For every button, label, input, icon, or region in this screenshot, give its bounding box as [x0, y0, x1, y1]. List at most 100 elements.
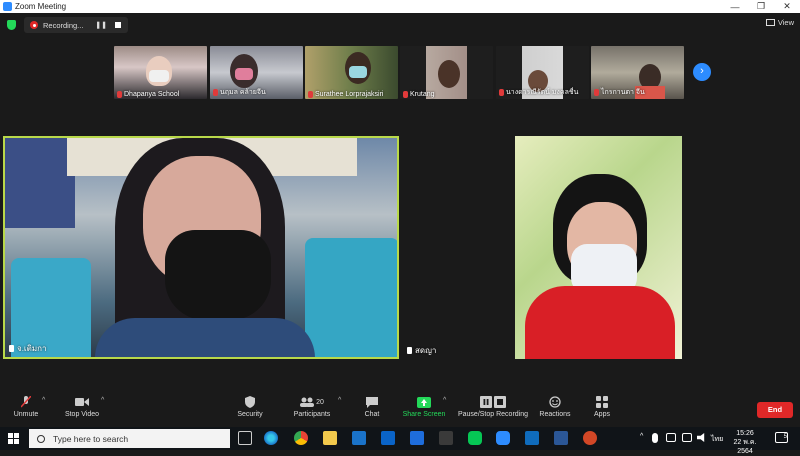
- recording-indicator: Recording... ❚❚: [24, 17, 128, 33]
- pause-stop-icon: [480, 396, 506, 408]
- participants-icon: [300, 397, 315, 407]
- recording-dot-icon: [30, 21, 38, 29]
- chrome-browser-icon[interactable]: [294, 431, 308, 445]
- face-mask: [235, 68, 253, 80]
- powerpoint-icon[interactable]: [583, 431, 597, 445]
- mic-muted-icon: [499, 89, 504, 96]
- participants-label: Participants: [293, 411, 331, 418]
- grid-view-icon: [765, 19, 775, 26]
- chat-icon: [366, 396, 378, 408]
- view-label: View: [777, 18, 794, 27]
- participant-name: นางดารณีรัตน์ มงคลชื่น: [506, 89, 579, 96]
- apps-button[interactable]: Apps: [588, 396, 616, 418]
- participant-name: Surathee Lorprajaksiri: [315, 91, 384, 98]
- pause-recording-button[interactable]: ❚❚: [95, 21, 107, 29]
- clock-time: 15:26: [736, 430, 754, 437]
- smiley-icon: [549, 396, 561, 408]
- audio-options-caret[interactable]: ^: [42, 397, 45, 404]
- participant-face: [438, 60, 460, 88]
- volume-icon[interactable]: [697, 433, 705, 442]
- taskbar-search-box[interactable]: Type here to search: [29, 429, 230, 448]
- recording-label: Recording...: [43, 20, 84, 30]
- chat-button[interactable]: Chat: [360, 396, 384, 418]
- participant-thumbnail-strip: Dhapanya School นฤมล คล้ายจีน Surathee L…: [0, 46, 800, 100]
- meeting-controls: Unmute ^ Stop Video ^ Security 20 Partic…: [0, 390, 800, 427]
- view-button[interactable]: View: [765, 18, 794, 27]
- unmute-button[interactable]: Unmute: [8, 396, 44, 418]
- mic-icon: [407, 347, 412, 354]
- video-camera-icon: [75, 398, 89, 406]
- file-explorer-icon[interactable]: [323, 431, 337, 445]
- participant-thumbnail[interactable]: Surathee Lorprajaksiri: [305, 46, 398, 99]
- backdrop-banner: [5, 138, 75, 228]
- notification-center-icon[interactable]: 5: [775, 432, 788, 443]
- search-icon: [37, 434, 45, 443]
- edge-browser-icon[interactable]: [264, 431, 278, 445]
- line-app-icon[interactable]: [468, 431, 482, 445]
- participant-thumbnail[interactable]: ไกรกานตา จีน: [591, 46, 684, 99]
- tray-overflow-icon[interactable]: ^: [640, 433, 643, 440]
- security-button[interactable]: Security: [232, 396, 268, 418]
- next-page-button[interactable]: ›: [693, 63, 711, 81]
- participant-name: สดญา: [415, 346, 437, 355]
- taskbar-clock[interactable]: 15:26 22 พ.ค. 2564: [725, 429, 765, 456]
- tray-display-icon[interactable]: [666, 433, 676, 442]
- mic-muted-icon: [213, 89, 218, 96]
- mic-muted-icon: [403, 91, 408, 98]
- participant-name: จ.เติมกา: [17, 344, 47, 353]
- clock-date: 22 พ.ค. 2564: [733, 439, 757, 455]
- participant-video[interactable]: สดญา: [403, 136, 799, 359]
- network-icon[interactable]: [682, 433, 692, 442]
- chat-label: Chat: [364, 411, 380, 418]
- apps-icon: [596, 396, 608, 408]
- share-screen-button[interactable]: Share Screen: [402, 396, 446, 418]
- windows-start-button[interactable]: [8, 433, 19, 444]
- app-icon[interactable]: [439, 431, 453, 445]
- restore-button[interactable]: ❐: [748, 1, 774, 12]
- participant-thumbnail[interactable]: Krutang: [400, 46, 493, 99]
- video-options-caret[interactable]: ^: [101, 397, 104, 404]
- pause-stop-recording-button[interactable]: Pause/Stop Recording: [457, 396, 529, 418]
- shield-icon: [245, 396, 255, 408]
- close-button[interactable]: ✕: [774, 1, 800, 12]
- participants-button[interactable]: 20 Participants: [290, 396, 334, 418]
- mic-muted-icon: [117, 91, 122, 98]
- participants-count: 20: [316, 398, 324, 406]
- windows-taskbar: Type here to search ^ ไทย 15:26 22 พ.ค. …: [0, 427, 800, 455]
- outlook-icon[interactable]: [525, 431, 539, 445]
- minimize-button[interactable]: —: [722, 2, 748, 12]
- task-view-icon[interactable]: [238, 431, 252, 445]
- share-options-caret[interactable]: ^: [443, 397, 446, 404]
- stop-video-button[interactable]: Stop Video: [60, 396, 104, 418]
- security-label: Security: [237, 411, 263, 418]
- share-screen-icon: [417, 396, 431, 408]
- participants-options-caret[interactable]: ^: [338, 397, 341, 404]
- face-mask: [149, 70, 169, 82]
- search-placeholder: Type here to search: [53, 433, 129, 444]
- participant-shirt: [95, 318, 315, 357]
- tray-mic-icon[interactable]: [652, 433, 658, 443]
- unmute-label: Unmute: [13, 411, 39, 418]
- reactions-button[interactable]: Reactions: [537, 396, 573, 418]
- mail-icon[interactable]: [381, 431, 395, 445]
- participant-name: ไกรกานตา จีน: [601, 89, 645, 96]
- face-mask: [349, 66, 367, 78]
- participant-thumbnail[interactable]: นางดารณีรัตน์ มงคลชื่น: [496, 46, 589, 99]
- mic-muted-icon: [21, 396, 31, 408]
- participant-thumbnail[interactable]: นฤมล คล้ายจีน: [210, 46, 303, 99]
- encryption-shield-icon[interactable]: [7, 20, 16, 30]
- store-icon[interactable]: [352, 431, 366, 445]
- photos-icon[interactable]: [554, 431, 568, 445]
- reactions-label: Reactions: [539, 411, 571, 418]
- language-indicator[interactable]: ไทย: [711, 434, 723, 445]
- zoom-app-icon[interactable]: [496, 431, 510, 445]
- active-speaker-video[interactable]: จ.เติมกา: [3, 136, 399, 359]
- chair: [305, 238, 397, 357]
- participant-shirt: [525, 286, 675, 359]
- stop-recording-button[interactable]: [115, 22, 121, 28]
- apps-label: Apps: [594, 411, 610, 418]
- end-meeting-button[interactable]: End: [757, 402, 793, 418]
- meeting-topbar: Recording... ❚❚ View: [0, 13, 800, 37]
- participant-thumbnail[interactable]: Dhapanya School: [114, 46, 207, 99]
- calendar-icon[interactable]: [410, 431, 424, 445]
